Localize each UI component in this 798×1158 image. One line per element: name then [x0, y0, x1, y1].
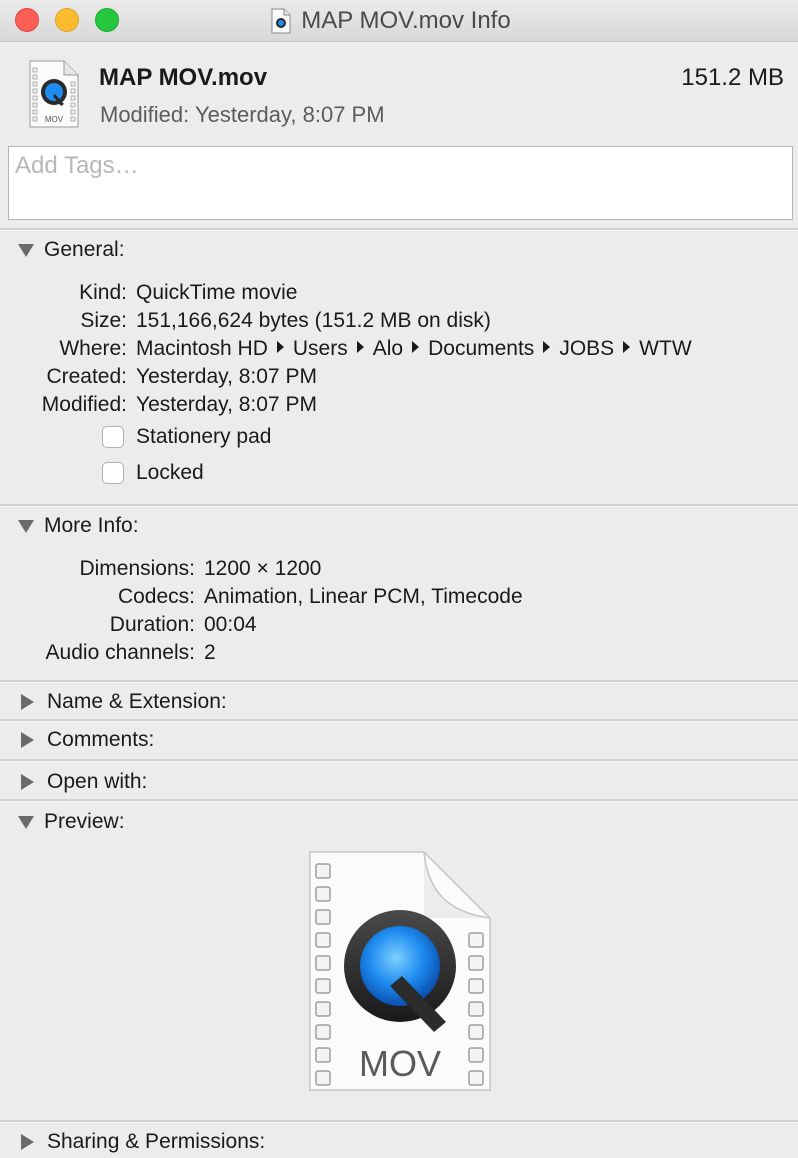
section-more-info-title: More Info: — [44, 514, 139, 537]
audio-channels-label: Audio channels: — [45, 641, 195, 664]
codecs-value: Animation, Linear PCM, Timecode — [204, 585, 523, 608]
section-open-with-toggle[interactable]: Open with: — [18, 767, 147, 797]
title-bar: MAP MOV.mov Info — [0, 0, 798, 42]
created-row: Created: Yesterday, 8:07 PM — [0, 363, 798, 391]
stationery-pad-label: Stationery pad — [136, 425, 272, 448]
audio-channels-value: 2 — [204, 641, 216, 664]
path-separator-icon — [623, 341, 631, 353]
path-item: JOBS — [559, 337, 615, 360]
section-preview-title: Preview: — [44, 810, 125, 833]
mov-file-icon — [271, 8, 291, 34]
where-label: Where: — [59, 337, 127, 360]
window-title: MAP MOV.mov Info — [301, 7, 511, 34]
where-row: Where: Macintosh HD Users Alo Documents JOBS… — [0, 335, 798, 363]
locked-option[interactable]: Locked — [102, 460, 204, 486]
disclosure-closed-icon — [21, 1134, 34, 1150]
divider — [0, 1120, 798, 1123]
disclosure-open-icon — [18, 243, 34, 257]
divider — [0, 228, 798, 231]
audio-channels-row: Audio channels: 2 — [0, 639, 798, 667]
kind-row: Kind: QuickTime movie — [0, 279, 798, 307]
path-separator-icon — [412, 341, 420, 353]
divider — [0, 759, 798, 762]
codecs-row: Codecs: Animation, Linear PCM, Timecode — [0, 583, 798, 611]
disclosure-closed-icon — [21, 732, 34, 748]
modified-label: Modified: — [41, 393, 127, 416]
section-more-info-toggle[interactable]: More Info: — [18, 511, 139, 541]
file-name: MAP MOV.mov — [99, 64, 268, 91]
disclosure-closed-icon — [21, 774, 34, 790]
path-item: WTW — [639, 337, 692, 360]
file-size: 151.2 MB — [681, 64, 784, 91]
duration-row: Duration: 00:04 — [0, 611, 798, 639]
svg-text:MOV: MOV — [45, 115, 64, 124]
locked-label: Locked — [136, 461, 204, 484]
section-general-toggle[interactable]: General: — [18, 235, 125, 265]
size-value: 151,166,624 bytes (151.2 MB on disk) — [136, 309, 491, 332]
section-name-extension-toggle[interactable]: Name & Extension: — [18, 687, 227, 717]
disclosure-closed-icon — [21, 694, 34, 710]
section-open-with-title: Open with: — [47, 770, 148, 793]
section-comments-title: Comments: — [47, 728, 155, 751]
stationery-pad-option[interactable]: Stationery pad — [102, 424, 271, 450]
quicktime-preview-icon: MOV — [309, 851, 491, 1091]
path-item: Alo — [372, 337, 404, 360]
info-header: MOV MAP MOV.mov 151.2 MB Modified: Yeste… — [0, 42, 798, 142]
section-comments-toggle[interactable]: Comments: — [18, 725, 154, 755]
tags-input[interactable] — [8, 146, 793, 220]
kind-value: QuickTime movie — [136, 281, 298, 304]
dimensions-label: Dimensions: — [79, 557, 195, 580]
modified-row: Modified: Yesterday, 8:07 PM — [0, 391, 798, 419]
divider — [0, 719, 798, 722]
where-path: Macintosh HD Users Alo Documents JOBS WTW — [136, 335, 692, 363]
created-value: Yesterday, 8:07 PM — [136, 365, 317, 388]
header-modified-date: Modified: Yesterday, 8:07 PM — [100, 102, 385, 127]
path-separator-icon — [276, 341, 284, 353]
created-label: Created: — [46, 365, 127, 388]
quicktime-file-icon: MOV — [29, 60, 79, 128]
size-label: Size: — [80, 309, 127, 332]
duration-label: Duration: — [109, 613, 195, 636]
path-item: Documents — [428, 337, 535, 360]
divider — [0, 799, 798, 802]
codecs-label: Codecs: — [117, 585, 195, 608]
locked-checkbox[interactable] — [102, 462, 124, 484]
stationery-pad-checkbox[interactable] — [102, 426, 124, 448]
modified-value: Yesterday, 8:07 PM — [136, 393, 317, 416]
divider — [0, 680, 798, 683]
section-general-title: General: — [44, 238, 125, 261]
disclosure-open-icon — [18, 815, 34, 829]
dimensions-value: 1200 × 1200 — [204, 557, 322, 580]
preview-icon-label: MOV — [359, 1043, 441, 1084]
window-title-group: MAP MOV.mov Info — [0, 0, 798, 42]
kind-label: Kind: — [79, 281, 127, 304]
section-preview-toggle[interactable]: Preview: — [18, 807, 125, 837]
path-item: Macintosh HD — [136, 337, 268, 360]
disclosure-open-icon — [18, 519, 34, 533]
duration-value: 00:04 — [204, 613, 257, 636]
size-row: Size: 151,166,624 bytes (151.2 MB on dis… — [0, 307, 798, 335]
path-separator-icon — [543, 341, 551, 353]
section-name-extension-title: Name & Extension: — [47, 690, 227, 713]
section-sharing-toggle[interactable]: Sharing & Permissions: — [18, 1127, 265, 1157]
divider — [0, 504, 798, 507]
section-sharing-title: Sharing & Permissions: — [47, 1130, 266, 1153]
dimensions-row: Dimensions: 1200 × 1200 — [0, 555, 798, 583]
path-separator-icon — [356, 341, 364, 353]
path-item: Users — [292, 337, 348, 360]
